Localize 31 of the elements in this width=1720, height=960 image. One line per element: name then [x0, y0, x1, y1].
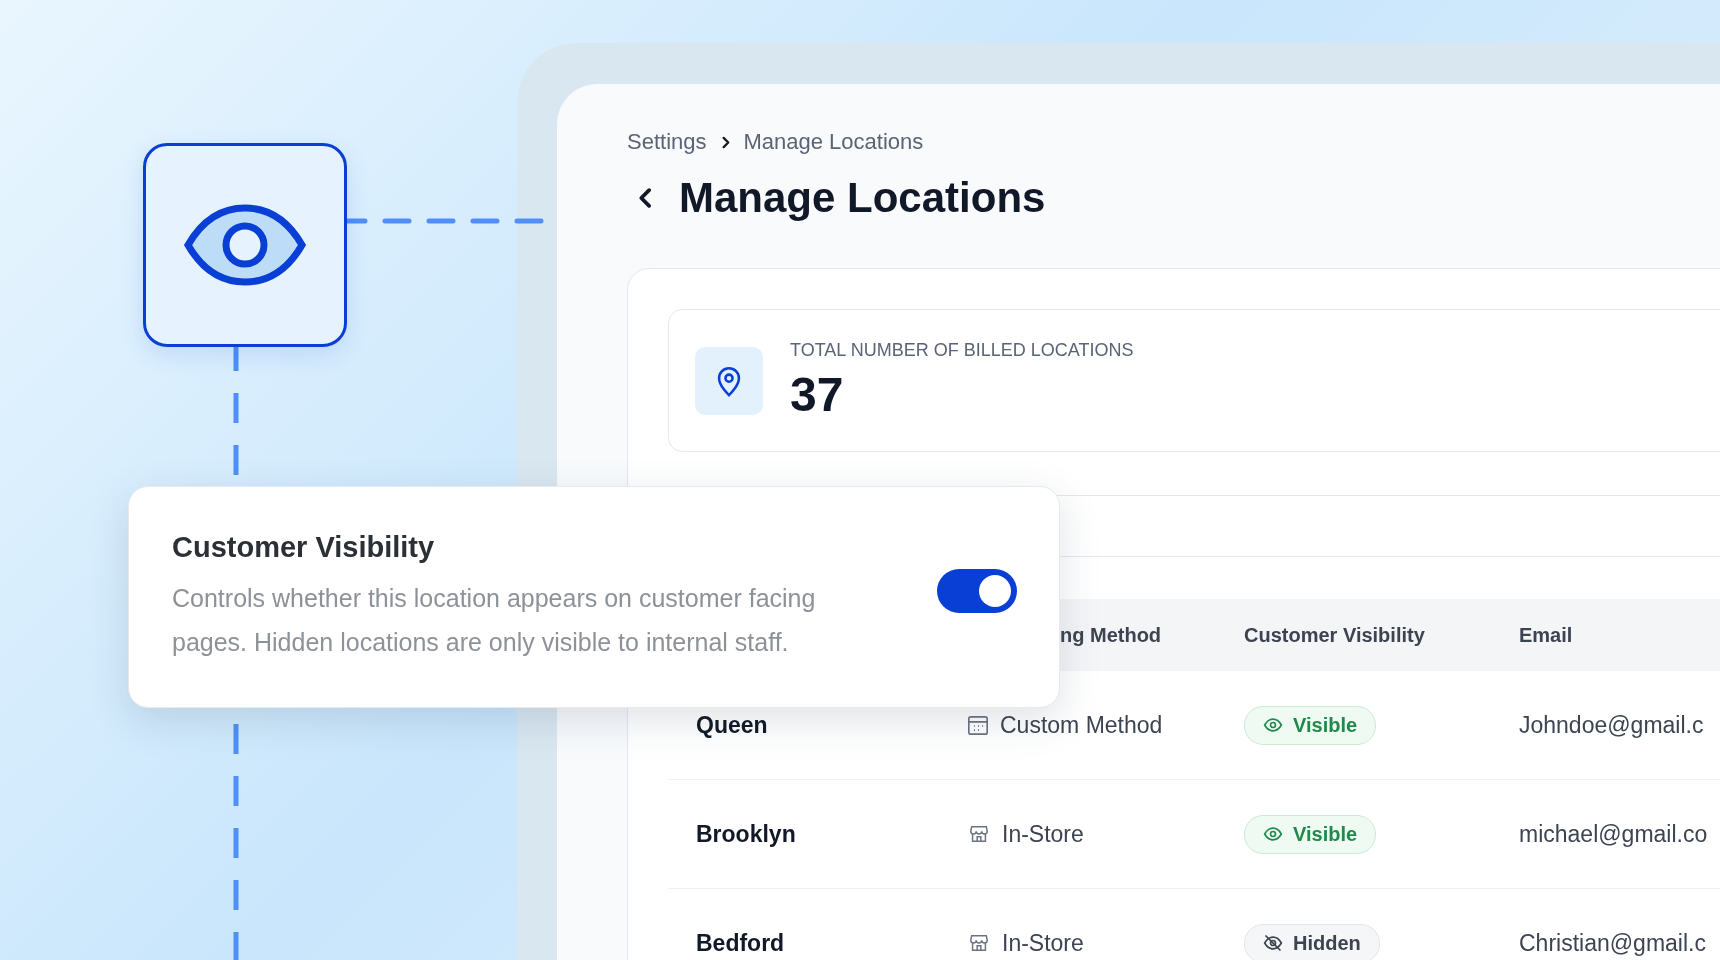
store-icon: [968, 932, 990, 954]
visibility-toggle[interactable]: [937, 569, 1017, 613]
method-text: In-Store: [1002, 929, 1084, 957]
column-header: ng Method: [1059, 623, 1163, 647]
store-icon: [968, 823, 990, 845]
eye-icon: [1263, 824, 1283, 844]
calendar-icon: [968, 715, 988, 735]
method-text: Custom Method: [1000, 711, 1163, 739]
breadcrumb-link[interactable]: Settings: [627, 129, 707, 155]
location-name: Bedford: [695, 929, 786, 957]
visibility-badge: Hidden: [1244, 923, 1380, 960]
stat-value: 37: [790, 366, 845, 422]
eye-off-icon: [1263, 933, 1283, 953]
eye-icon: [143, 143, 347, 347]
visibility-badge: Visible: [1244, 814, 1377, 854]
page-title: Manage Locations: [679, 174, 1046, 222]
email-text: Christian@gmail.c: [1518, 929, 1707, 957]
email-text: Johndoe@gmail.c: [1518, 711, 1705, 739]
popup-description: Controls whether this location appears on customer facing pages. Hidden locations are only visible to internal staff.: [172, 582, 817, 658]
email-text: michael@gmail.co: [1518, 820, 1709, 848]
stat-label: TOTAL NUMBER OF BILLED LOCATIONS: [790, 339, 1134, 361]
popup-title: Customer Visibility: [172, 530, 436, 564]
eye-icon: [1263, 715, 1283, 735]
column-header: Customer Visibility: [1243, 623, 1426, 647]
column-header: Email: [1518, 623, 1574, 647]
location-name: Queen: [695, 711, 769, 739]
location-pin-icon: [695, 346, 763, 415]
visibility-badge: Visible: [1244, 705, 1377, 745]
method-text: In-Store: [1002, 820, 1084, 848]
location-name: Brooklyn: [695, 820, 797, 848]
breadcrumb-link[interactable]: Manage Locations: [743, 129, 924, 155]
